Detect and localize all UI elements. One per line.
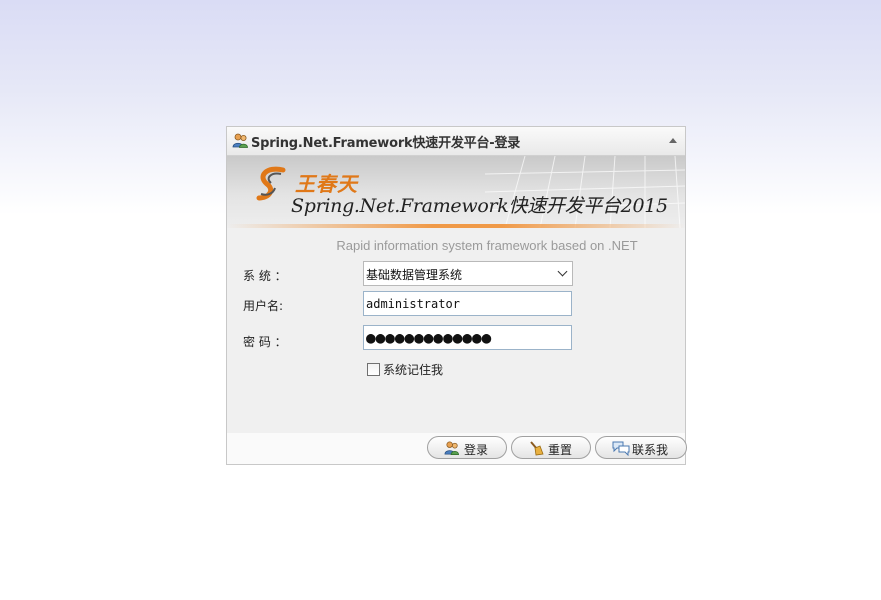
reset-button[interactable]: 重置: [511, 436, 591, 459]
remember-me-label[interactable]: 系统记住我: [383, 361, 443, 378]
password-label: 密 码 ：: [243, 335, 287, 349]
banner-divider: [227, 224, 685, 228]
product-name: Spring.Net.Framework快速开发平台2015: [291, 195, 668, 217]
system-label: 系 统 ：: [243, 269, 287, 283]
collapse-icon[interactable]: [669, 138, 677, 143]
reset-button-label: 重置: [548, 443, 573, 457]
contact-button-label: 联系我: [632, 443, 669, 457]
chevron-down-icon: [557, 266, 568, 277]
button-bar: 登录 重置 联系我: [227, 433, 687, 464]
chat-bubble-icon: [612, 441, 630, 456]
window-titlebar: Spring.Net.Framework快速开发平台-登录: [227, 127, 685, 156]
login-button[interactable]: 登录: [427, 436, 507, 459]
remember-me-checkbox[interactable]: [367, 363, 380, 376]
system-select[interactable]: 基础数据管理系统: [363, 261, 573, 286]
window-title: Spring.Net.Framework快速开发平台-登录: [251, 136, 521, 151]
brand-logo-icon: [256, 166, 286, 201]
password-input[interactable]: [363, 325, 572, 350]
username-input[interactable]: [363, 291, 572, 316]
users-icon: [232, 133, 248, 148]
contact-button[interactable]: 联系我: [595, 436, 687, 459]
login-window: Spring.Net.Framework快速开发平台-登录 王春天 Spring…: [226, 126, 687, 465]
header-banner: 王春天 Spring.Net.Framework快速开发平台2015: [227, 156, 685, 228]
username-label: 用户名:: [243, 299, 284, 313]
login-button-label: 登录: [464, 443, 489, 457]
system-select-value: 基础数据管理系统: [366, 268, 463, 282]
users-icon: [444, 441, 459, 455]
subtitle: Rapid information system framework based…: [336, 238, 638, 253]
broom-icon: [530, 441, 544, 456]
